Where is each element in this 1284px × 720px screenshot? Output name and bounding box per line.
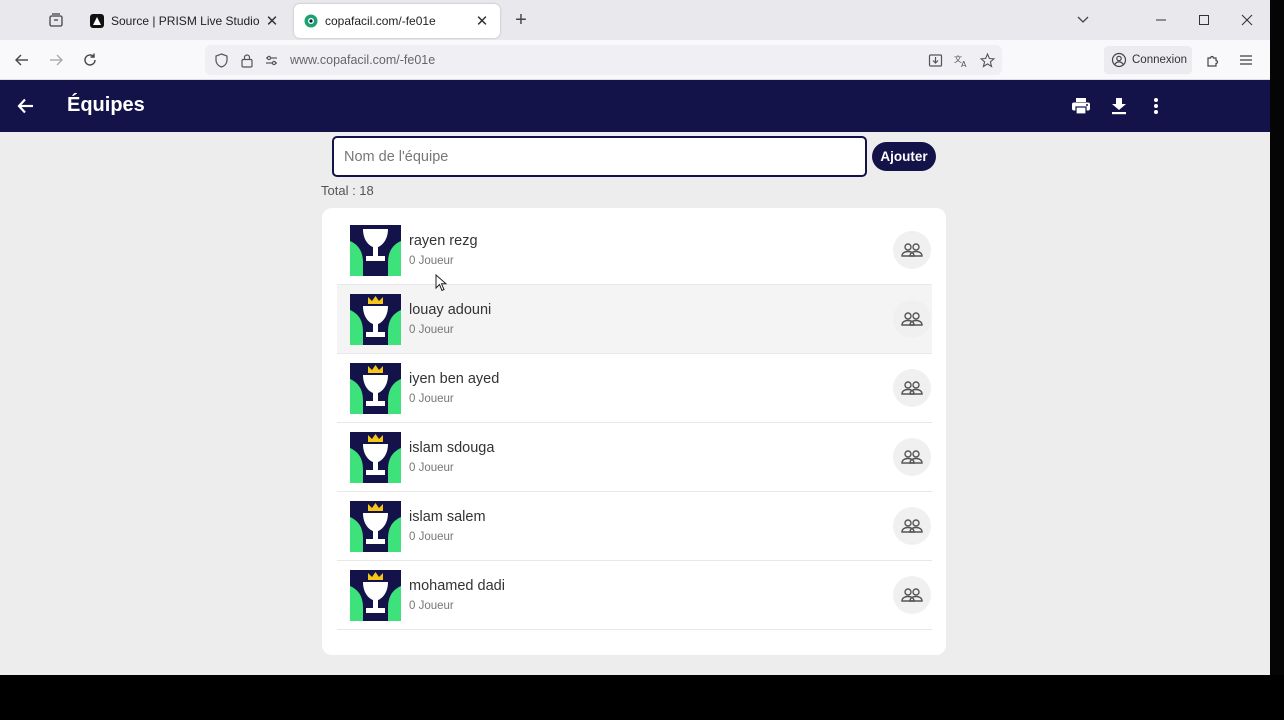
team-name: islam sdouga	[409, 440, 495, 456]
team-name: mohamed dadi	[409, 578, 505, 594]
copafacil-favicon-icon	[304, 14, 318, 28]
navigation-toolbar: www.copafacil.com/-fe01e 文A Connexion	[0, 40, 1270, 80]
team-row[interactable]: islam sdouga 0 Joueur	[337, 423, 932, 492]
team-name: rayen rezg	[409, 233, 478, 249]
player-count: 0 Joueur	[409, 255, 454, 267]
close-window-icon[interactable]	[1232, 8, 1262, 32]
menu-icon[interactable]	[1234, 48, 1258, 72]
forward-icon[interactable]	[44, 48, 68, 72]
teams-card: rayen rezg 0 Joueur louay adouni 0 Joueu…	[322, 208, 946, 655]
tab-strip: Source | PRISM Live Studio ✕ copafacil.c…	[0, 0, 1270, 40]
page-permissions-icon[interactable]	[263, 52, 279, 68]
sign-in-button[interactable]: Connexion	[1104, 46, 1192, 74]
players-button[interactable]	[893, 231, 931, 269]
minimize-icon[interactable]	[1146, 8, 1176, 32]
bookmark-star-icon[interactable]	[979, 52, 995, 68]
tab-list-icon[interactable]	[44, 8, 68, 32]
list-all-tabs-icon[interactable]	[1068, 8, 1098, 32]
players-button[interactable]	[893, 438, 931, 476]
group-icon	[901, 519, 923, 533]
players-button[interactable]	[893, 300, 931, 338]
players-button[interactable]	[893, 576, 931, 614]
player-count: 0 Joueur	[409, 600, 454, 612]
new-tab-button[interactable]: +	[510, 9, 532, 31]
download-icon[interactable]	[1107, 94, 1131, 118]
translate-icon[interactable]: 文A	[953, 52, 969, 68]
team-logo	[350, 225, 401, 276]
sign-in-label: Connexion	[1132, 54, 1187, 66]
team-row[interactable]: islam salem 0 Joueur	[337, 492, 932, 561]
add-team-button[interactable]: Ajouter	[872, 142, 936, 171]
player-count: 0 Joueur	[409, 531, 454, 543]
group-icon	[901, 243, 923, 257]
group-icon	[901, 450, 923, 464]
team-row[interactable]: mohamed dadi 0 Joueur	[337, 561, 932, 630]
maximize-icon[interactable]	[1189, 8, 1219, 32]
back-icon[interactable]	[10, 48, 34, 72]
svg-text:A: A	[961, 60, 967, 68]
team-row[interactable]: iyen ben ayed 0 Joueur	[337, 354, 932, 423]
team-row[interactable]: rayen rezg 0 Joueur	[337, 216, 932, 285]
group-icon	[901, 381, 923, 395]
close-tab-icon[interactable]: ✕	[474, 13, 490, 30]
tracking-protection-icon[interactable]	[213, 52, 229, 68]
group-icon	[901, 312, 923, 326]
team-logo	[350, 294, 401, 345]
mouse-cursor-icon	[435, 274, 447, 292]
tab-prism[interactable]: Source | PRISM Live Studio ✕	[80, 4, 290, 38]
team-name: louay adouni	[409, 302, 492, 318]
reload-icon[interactable]	[78, 48, 102, 72]
player-count: 0 Joueur	[409, 324, 454, 336]
tab-title: Source | PRISM Live Studio	[111, 14, 260, 28]
tab-copafacil[interactable]: copafacil.com/-fe01e ✕	[294, 4, 500, 38]
teams-list: rayen rezg 0 Joueur louay adouni 0 Joueu…	[337, 216, 932, 640]
players-button[interactable]	[893, 369, 931, 407]
close-tab-icon[interactable]: ✕	[264, 13, 280, 30]
screen-edge	[1270, 0, 1284, 675]
account-icon	[1111, 52, 1127, 68]
url-text: www.copafacil.com/-fe01e	[290, 53, 436, 67]
group-icon	[901, 588, 923, 602]
print-icon[interactable]	[1069, 94, 1093, 118]
lock-icon[interactable]	[239, 52, 255, 68]
tab-title: copafacil.com/-fe01e	[325, 14, 436, 28]
team-name: islam salem	[409, 509, 486, 525]
team-logo	[350, 363, 401, 414]
players-button[interactable]	[893, 507, 931, 545]
team-name: iyen ben ayed	[409, 371, 500, 387]
team-logo	[350, 432, 401, 483]
team-logo	[350, 501, 401, 552]
more-options-icon[interactable]	[1144, 94, 1168, 118]
extensions-icon[interactable]	[1201, 48, 1225, 72]
total-count: Total : 18	[321, 183, 374, 198]
team-name-input[interactable]	[332, 136, 867, 177]
browser-window: Source | PRISM Live Studio ✕ copafacil.c…	[0, 0, 1270, 675]
player-count: 0 Joueur	[409, 462, 454, 474]
team-logo	[350, 570, 401, 621]
save-to-pocket-icon[interactable]	[927, 52, 943, 68]
back-arrow-icon[interactable]	[14, 94, 38, 118]
player-count: 0 Joueur	[409, 393, 454, 405]
page-title: Équipes	[67, 94, 145, 116]
app-header: Équipes	[0, 80, 1270, 132]
team-row[interactable]: louay adouni 0 Joueur	[337, 285, 932, 354]
prism-favicon-icon	[90, 14, 104, 28]
url-bar[interactable]: www.copafacil.com/-fe01e 文A	[205, 45, 1002, 75]
